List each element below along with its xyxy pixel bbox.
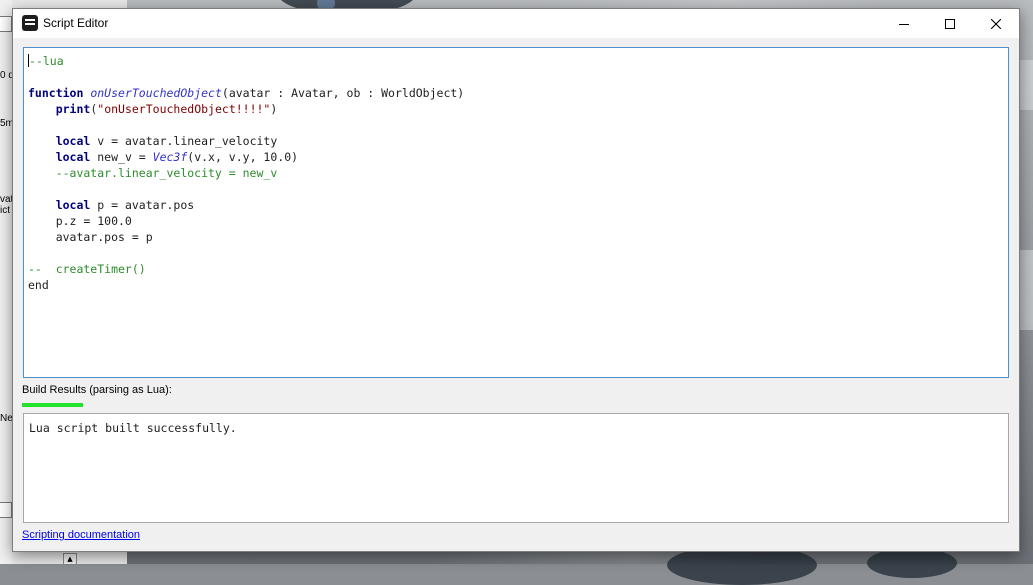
maximize-icon <box>945 18 955 29</box>
minimize-icon <box>899 23 909 25</box>
code-line: local new_v = Vec3f(v.x, v.y, 10.0) <box>28 149 464 165</box>
code-token: local <box>55 198 91 212</box>
code-token: "onUserTouchedObject!!!!" <box>97 102 271 116</box>
code-line: --lua <box>28 53 464 69</box>
code-line: function onUserTouchedObject(avatar : Av… <box>28 85 464 101</box>
code-token: (v.x, v.y, 10.0) <box>187 150 299 164</box>
app-icon <box>22 15 38 31</box>
code-line: local v = avatar.linear_velocity <box>28 133 464 149</box>
title-bar[interactable]: Script Editor <box>13 9 1019 38</box>
code-token: --avatar.linear_velocity = new_v <box>28 166 278 180</box>
code-token: p = avatar.pos <box>90 198 195 212</box>
script-editor-window: Script Editor --lua function onUserTouche… <box>12 8 1020 552</box>
code-token: -- createTimer() <box>28 262 146 276</box>
build-status-indicator <box>22 403 83 407</box>
code-token: local <box>55 150 91 164</box>
code-line: print("onUserTouchedObject!!!!") <box>28 101 464 117</box>
maximize-button[interactable] <box>927 9 973 38</box>
close-icon <box>991 18 1001 29</box>
code-token: --lua <box>29 54 64 68</box>
code-token: function <box>28 86 84 100</box>
build-output-text: Lua script built successfully. <box>29 421 237 435</box>
code-token: avatar.pos = p <box>28 230 153 244</box>
code-lines: --lua function onUserTouchedObject(avatar… <box>28 53 464 293</box>
code-token: print <box>55 102 91 116</box>
code-line: -- createTimer() <box>28 261 464 277</box>
code-token: end <box>28 278 49 292</box>
background-input-box <box>0 502 12 518</box>
code-line: avatar.pos = p <box>28 229 464 245</box>
code-token: local <box>55 134 91 148</box>
close-button[interactable] <box>973 9 1019 38</box>
build-output-panel[interactable]: Lua script built successfully. <box>23 413 1009 523</box>
code-token: (avatar : Avatar, ob : WorldObject) <box>221 86 465 100</box>
code-token: p.z = 100.0 <box>28 214 132 228</box>
code-line: local p = avatar.pos <box>28 197 464 213</box>
code-token: onUserTouchedObject <box>90 86 222 100</box>
scroll-up-button[interactable]: ▲ <box>63 553 77 565</box>
code-line: --avatar.linear_velocity = new_v <box>28 165 464 181</box>
scene-object <box>867 548 957 578</box>
code-line: p.z = 100.0 <box>28 213 464 229</box>
minimize-button[interactable] <box>881 9 927 38</box>
background-input-box <box>0 16 12 32</box>
background-text-fragment: ict <box>0 205 10 216</box>
build-results-label: Build Results (parsing as Lua): <box>22 384 172 396</box>
code-token: new_v = <box>90 150 153 164</box>
code-line: end <box>28 277 464 293</box>
code-editor[interactable]: --lua function onUserTouchedObject(avatar… <box>23 47 1009 378</box>
code-token: Vec3f <box>152 150 188 164</box>
window-title: Script Editor <box>43 16 109 30</box>
scripting-documentation-link[interactable]: Scripting documentation <box>22 529 140 541</box>
code-token: ) <box>270 102 278 116</box>
code-token: v = avatar.linear_velocity <box>90 134 278 148</box>
